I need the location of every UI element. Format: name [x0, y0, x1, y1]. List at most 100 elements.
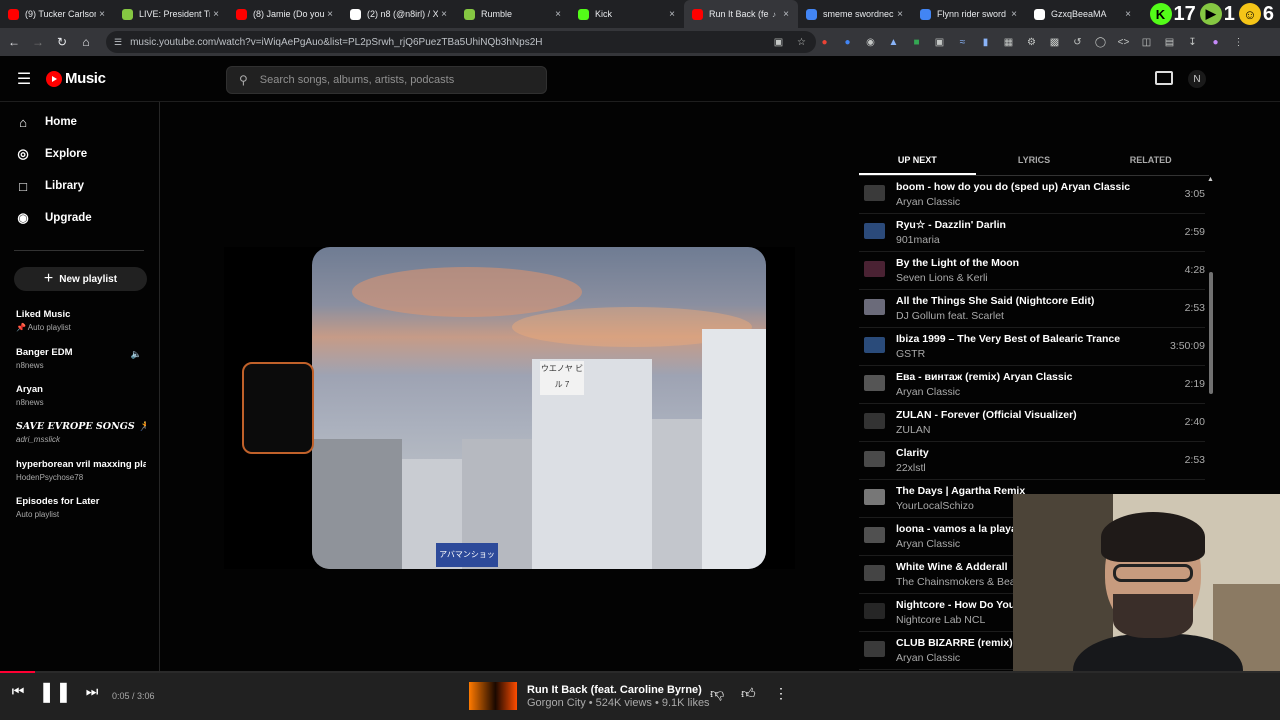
browser-tab[interactable]: Kick ×	[570, 0, 684, 28]
browser-tab[interactable]: Flynn rider sword ×	[912, 0, 1026, 28]
extension-badge[interactable]: ☺ 6	[1238, 3, 1274, 26]
browser-tab[interactable]: (8) Jamie (Do you ×	[228, 0, 342, 28]
downloads-icon[interactable]: ↧	[1184, 34, 1201, 51]
url-field[interactable]: ☰ music.youtube.com/watch?v=iWiqAePgAuo&…	[106, 31, 816, 53]
extension-icon[interactable]: ▮	[977, 34, 994, 51]
close-tab-icon[interactable]: ×	[894, 9, 906, 20]
extension-badge[interactable]: ▶ 1	[1199, 3, 1235, 26]
now-playing-title[interactable]: Run It Back (feat. Caroline Byrne)	[527, 684, 702, 696]
extension-badge[interactable]: K 17	[1149, 2, 1196, 26]
close-tab-icon[interactable]: ×	[210, 9, 222, 20]
queue-duration: 2:59	[1184, 226, 1205, 238]
cast-icon[interactable]	[1155, 71, 1173, 85]
browser-tab-title: Kick	[595, 9, 613, 19]
extension-icon[interactable]: ▦	[1000, 34, 1017, 51]
extension-icon[interactable]: ■	[908, 34, 925, 51]
scroll-up-icon[interactable]: ▲	[1207, 176, 1214, 183]
close-tab-icon[interactable]: ×	[1122, 9, 1134, 20]
install-app-icon[interactable]: ▣	[770, 34, 787, 51]
browser-tab[interactable]: (9) Tucker Carlson ×	[0, 0, 114, 28]
sidebar-item-explore[interactable]: ◎ Explore	[14, 143, 87, 165]
kebab-menu-icon[interactable]: ⋮	[1230, 34, 1247, 51]
sidebar-item-library[interactable]: □ Library	[14, 175, 84, 197]
browser-tab[interactable]: Rumble ×	[456, 0, 570, 28]
extension-icon[interactable]: ◯	[1092, 34, 1109, 51]
playlist-hyperborean[interactable]: hyperborean vril maxxing pla... HodenPsy…	[16, 459, 146, 482]
close-tab-icon[interactable]: ×	[438, 9, 450, 20]
extension-icon[interactable]: ●	[839, 34, 856, 51]
queue-thumbnail	[864, 413, 885, 429]
extension-icon[interactable]: ▲	[885, 34, 902, 51]
queue-scrollbar[interactable]	[1209, 272, 1213, 394]
next-track-icon[interactable]: ⏭	[84, 683, 100, 700]
search-input[interactable]: ⚲ Search songs, albums, artists, podcast…	[226, 66, 547, 94]
browser-tab[interactable]: smeme swordneck ×	[798, 0, 912, 28]
extension-icon[interactable]: ◉	[862, 34, 879, 51]
sidepanel-icon[interactable]: ◫	[1138, 34, 1155, 51]
history-icon[interactable]: ↺	[1069, 34, 1086, 51]
now-playing-meta[interactable]: Gorgon City • 524K views • 9.1K likes	[527, 697, 710, 709]
puzzle-icon[interactable]: ▩	[1046, 34, 1063, 51]
ytmusic-logo[interactable]: Music	[46, 70, 106, 87]
now-playing-thumbnail[interactable]	[469, 682, 517, 710]
queue-item[interactable]: boom - how do you do (sped up) Aryan Cla…	[859, 176, 1205, 214]
more-options-icon[interactable]: ⋮	[774, 685, 788, 702]
site-info-icon[interactable]: ☰	[114, 37, 122, 48]
sidebar-item-upgrade[interactable]: ◉ Upgrade	[14, 207, 91, 229]
queue-item[interactable]: Ibiza 1999 – The Very Best of Balearic T…	[859, 328, 1205, 366]
playlist-banger-edm[interactable]: Banger EDM n8news 🔈	[16, 347, 146, 370]
close-tab-icon[interactable]: ×	[1008, 9, 1020, 20]
browser-tab[interactable]: LIVE: President Tru ×	[114, 0, 228, 28]
search-placeholder: Search songs, albums, artists, podcasts	[259, 74, 455, 86]
browser-tab[interactable]: GzxqBeeaMA ×	[1026, 0, 1140, 28]
reload-icon[interactable]: ↻	[50, 35, 74, 49]
queue-item[interactable]: Ева - винтаж (remix) Aryan Classic Aryan …	[859, 366, 1205, 404]
back-icon[interactable]: ←	[2, 35, 26, 49]
previous-track-icon[interactable]: ⏮	[10, 683, 26, 700]
close-tab-icon[interactable]: ×	[96, 9, 108, 20]
forward-icon[interactable]: →	[26, 35, 50, 49]
browser-tab-title: Rumble	[481, 9, 513, 19]
tab-up-next[interactable]: UP NEXT	[859, 148, 976, 175]
profile-icon[interactable]: ●	[1207, 34, 1224, 51]
thumbs-up-icon[interactable]: 👍︎	[741, 685, 756, 702]
tab-related[interactable]: RELATED	[1092, 148, 1209, 175]
extension-icon[interactable]: ⚙	[1023, 34, 1040, 51]
browser-tab[interactable]: (2) n8 (@n8irl) / X ×	[342, 0, 456, 28]
browser-tab[interactable]: Run It Back (fe ♪ ×	[684, 0, 798, 28]
queue-item[interactable]: Ryu☆ - Dazzlin' Darlin 901maria 2:59	[859, 214, 1205, 252]
reading-list-icon[interactable]: ▤	[1161, 34, 1178, 51]
playlist-episodes-later[interactable]: Episodes for Later Auto playlist	[16, 496, 146, 519]
extension-icon[interactable]: ●	[816, 34, 833, 51]
playlist-subtitle: Auto playlist	[16, 510, 60, 519]
queue-item[interactable]: ZULAN - Forever (Official Visualizer) ZUL…	[859, 404, 1205, 442]
close-tab-icon[interactable]: ×	[780, 9, 792, 20]
extension-icon[interactable]: ≈	[954, 34, 971, 51]
pause-icon[interactable]: ❚❚	[38, 679, 72, 704]
queue-item[interactable]: By the Light of the Moon Seven Lions & Ke…	[859, 252, 1205, 290]
tab-audio-icon[interactable]: ♪	[772, 10, 776, 19]
badge-count: 17	[1173, 2, 1196, 25]
hamburger-menu-icon[interactable]: ☰	[14, 69, 34, 89]
playlist-liked-music[interactable]: Liked Music 📌 Auto playlist	[16, 309, 146, 332]
queue-thumbnail	[864, 565, 885, 581]
tab-lyrics[interactable]: LYRICS	[976, 148, 1093, 175]
extension-icon[interactable]: ▣	[931, 34, 948, 51]
video-player[interactable]: ウエノヤ ビル 7 アバマンショップ	[224, 247, 795, 569]
playlist-aryan[interactable]: Aryan n8news	[16, 384, 146, 407]
playlist-save-evrope[interactable]: SAVE EVROPE SONGS 🏃 ... adri_msslick	[16, 421, 146, 444]
devtools-icon[interactable]: <>	[1115, 34, 1132, 51]
bookmark-star-icon[interactable]: ☆	[793, 34, 810, 51]
close-tab-icon[interactable]: ×	[552, 9, 564, 20]
home-icon[interactable]: ⌂	[74, 35, 98, 49]
thumbs-down-icon[interactable]: 👎︎	[710, 685, 724, 702]
sidebar-item-home[interactable]: ⌂ Home	[14, 111, 77, 133]
queue-artist: Aryan Classic	[896, 538, 961, 550]
queue-thumbnail	[864, 527, 885, 543]
new-playlist-button[interactable]: + New playlist	[14, 267, 147, 291]
close-tab-icon[interactable]: ×	[324, 9, 336, 20]
queue-item[interactable]: All the Things She Said (Nightcore Edit)…	[859, 290, 1205, 328]
avatar[interactable]: N	[1188, 70, 1206, 88]
close-tab-icon[interactable]: ×	[666, 9, 678, 20]
queue-item[interactable]: Clarity 22xlstl 2:53	[859, 442, 1205, 480]
